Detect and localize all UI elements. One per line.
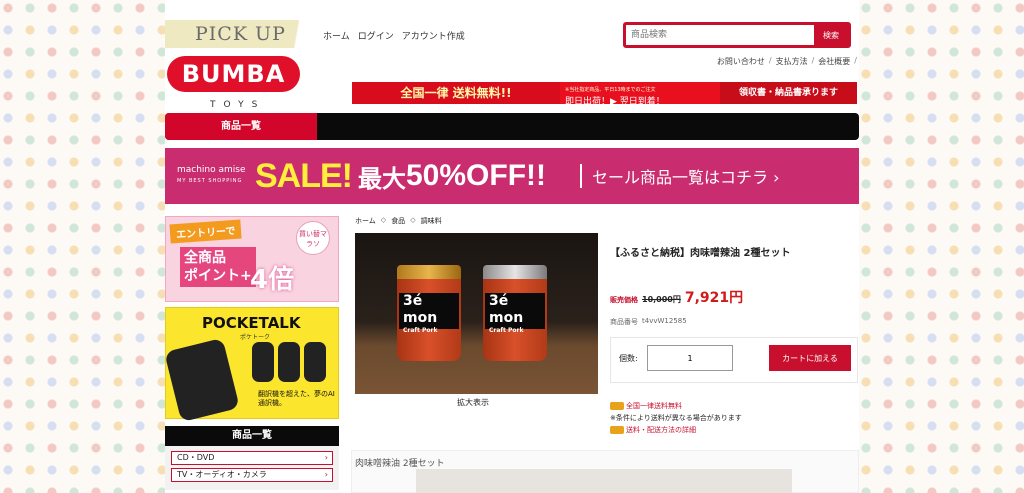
separator: / xyxy=(854,56,857,65)
device-image xyxy=(278,342,300,382)
payment-link[interactable]: 支払方法 xyxy=(776,56,808,67)
sidebar: エントリーで 買い替マラソ 全商品 ポイント+ 4倍 POCKETALK ポケト… xyxy=(164,216,339,490)
jar-lid xyxy=(397,265,461,279)
entry-badge: 買い替マラソ xyxy=(296,221,330,255)
entry-campaign-banner[interactable]: エントリーで 買い替マラソ 全商品 ポイント+ 4倍 xyxy=(165,216,339,302)
jar-label: 3é mon Craft Pork xyxy=(485,293,545,334)
product-code: 商品番号 t4vvW12585 xyxy=(610,317,858,327)
sale-link[interactable]: セール商品一覧はコチラ › xyxy=(580,164,780,188)
entry-text-1: 全商品 xyxy=(184,250,226,266)
truck-icon xyxy=(610,426,624,434)
truck-icon xyxy=(610,402,624,410)
jar-body: 3é mon Craft Pork xyxy=(483,279,547,361)
page-container: PICK UP BUMBA TOYS ホーム ログイン アカウント作成 検索 お… xyxy=(164,0,859,493)
jar-image: 3é mon Craft Pork xyxy=(483,265,547,361)
pocketalk-banner[interactable]: POCKETALK ポケトーク 翻訳機を超えた、夢のAI通訳機。 xyxy=(164,307,339,423)
pocketalk-title: POCKETALK xyxy=(202,314,301,332)
category-item-cd-dvd[interactable]: CD・DVD xyxy=(171,451,333,465)
cart-box: 個数: カートに加える xyxy=(610,337,858,383)
price-line: 販売価格 10,000円 7,921円 xyxy=(610,287,858,307)
same-day-text: 即日出荷！▶ 翌日到着！ xyxy=(565,97,665,107)
quantity-input[interactable] xyxy=(647,345,733,371)
jar-label: 3é mon Craft Pork xyxy=(399,293,459,334)
translator-device-image xyxy=(164,337,240,423)
product-image[interactable]: 3é mon Craft Pork 3é mon Craft Pork xyxy=(355,233,598,394)
category-bar: 商品一覧 xyxy=(165,113,859,140)
nav-register[interactable]: アカウント作成 xyxy=(402,29,465,42)
tab-product-list[interactable]: 商品一覧 xyxy=(165,113,317,140)
sale-brand-sub: MY BEST SHOPPING xyxy=(177,178,243,184)
breadcrumb-food[interactable]: 食品 xyxy=(391,216,405,226)
shipping-details-link[interactable]: 送料・配送方法の詳細 xyxy=(626,426,696,434)
product-code-label: 商品番号 xyxy=(610,318,638,326)
shipping-line: 送料・配送方法の詳細 xyxy=(610,424,742,436)
breadcrumb-separator: ◇ xyxy=(380,216,387,224)
free-shipping-text: 全国一律送料無料 xyxy=(626,402,682,410)
pocketalk-note: 翻訳機を超えた、夢のAI通訳機。 xyxy=(258,390,335,407)
top-nav: ホーム ログイン アカウント作成 xyxy=(323,29,465,42)
breadcrumb-separator: ◇ xyxy=(410,216,416,224)
same-day-note: ※当社指定商品、平日13時までのご注文 xyxy=(565,87,656,93)
category-item-tv-audio-camera[interactable]: TV・オーディオ・カメラ xyxy=(171,468,333,482)
description-title: 肉味噌辣油 2種セット xyxy=(355,459,445,469)
product-title: 【ふるさと納税】肉味噌辣油 2種セット xyxy=(610,248,791,259)
category-list: CD・DVD TV・オーディオ・カメラ xyxy=(165,446,339,490)
device-image xyxy=(252,342,274,382)
sale-banner[interactable]: machino amise MY BEST SHOPPING SALE! 最大 … xyxy=(165,148,859,204)
search-input[interactable] xyxy=(626,25,814,45)
free-shipping-banner[interactable]: 全国一律 送料無料!! xyxy=(352,82,560,104)
pickup-label: PICK UP xyxy=(165,20,317,48)
product-description: 肉味噌辣油 2種セット xyxy=(351,450,859,493)
zoom-link[interactable]: 拡大表示 xyxy=(457,397,489,408)
breadcrumb-home[interactable]: ホーム xyxy=(355,216,376,226)
entry-text: 全商品 ポイント+ xyxy=(180,247,256,287)
logo[interactable]: BUMBA xyxy=(167,56,300,92)
search-bar: 検索 xyxy=(623,22,851,48)
separator: / xyxy=(768,56,772,65)
price-label: 販売価格 xyxy=(610,296,638,304)
device-image xyxy=(304,342,326,382)
search-button[interactable]: 検索 xyxy=(814,25,848,45)
same-day-banner[interactable]: ※当社指定商品、平日13時までのご注文 即日出荷！▶ 翌日到着！ xyxy=(560,82,720,107)
sale-title: SALE! xyxy=(255,156,353,195)
breadcrumb-seasoning[interactable]: 調味料 xyxy=(421,216,442,226)
entry-multiplier: 4倍 xyxy=(250,265,295,295)
sale-brand: machino amise MY BEST SHOPPING xyxy=(165,165,255,187)
old-price: 10,000円 xyxy=(642,295,681,304)
quantity-label: 個数: xyxy=(619,354,638,363)
separator: / xyxy=(811,56,815,65)
jar-label-text: 3é mon xyxy=(403,293,438,326)
logo-subtitle: TOYS xyxy=(210,100,266,110)
company-link[interactable]: 会社概要 xyxy=(818,56,850,67)
shipping-info: 全国一律送料無料 ※条件により送料が異なる場合があります 送料・配送方法の詳細 xyxy=(610,400,742,436)
category-list-heading: 商品一覧 xyxy=(165,426,339,446)
product-code-value: t4vvW12585 xyxy=(642,317,687,325)
info-banner: 全国一律 送料無料!! ※当社指定商品、平日13時までのご注文 即日出荷！▶ 翌… xyxy=(352,82,857,107)
sale-discount: 50%OFF!! xyxy=(406,159,547,192)
jar-label-sub: Craft Pork xyxy=(489,327,524,334)
breadcrumb: ホーム ◇ 食品 ◇ 調味料 xyxy=(355,216,442,226)
entry-text-2: ポイント+ xyxy=(184,268,252,284)
add-to-cart-button[interactable]: カートに加える xyxy=(769,345,851,371)
pocketalk-subtitle: ポケトーク xyxy=(240,334,271,341)
product-info: 【ふるさと納税】肉味噌辣油 2種セット 販売価格 10,000円 7,921円 … xyxy=(610,244,858,383)
sale-price: 7,921円 xyxy=(684,290,744,306)
jar-lid xyxy=(483,265,547,279)
sale-brand-name: machino amise xyxy=(177,165,246,175)
shipping-note: ※条件により送料が異なる場合があります xyxy=(610,414,742,422)
receipt-banner[interactable]: 領収書・納品書承ります xyxy=(720,82,857,104)
jar-label-text: 3é mon xyxy=(489,293,524,326)
entry-tag: エントリーで xyxy=(169,219,242,244)
jar-label-sub: Craft Pork xyxy=(403,327,438,334)
nav-home[interactable]: ホーム xyxy=(323,29,350,42)
nav-login[interactable]: ログイン xyxy=(358,29,394,42)
shipping-line: 全国一律送料無料 xyxy=(610,400,742,412)
sale-max: 最大 xyxy=(358,164,406,193)
description-image xyxy=(416,469,792,493)
jar-image: 3é mon Craft Pork xyxy=(397,265,461,361)
contact-link[interactable]: お問い合わせ xyxy=(717,56,765,67)
jar-body: 3é mon Craft Pork xyxy=(397,279,461,361)
utility-links: お問い合わせ / 支払方法 / 会社概要 / xyxy=(717,56,857,67)
